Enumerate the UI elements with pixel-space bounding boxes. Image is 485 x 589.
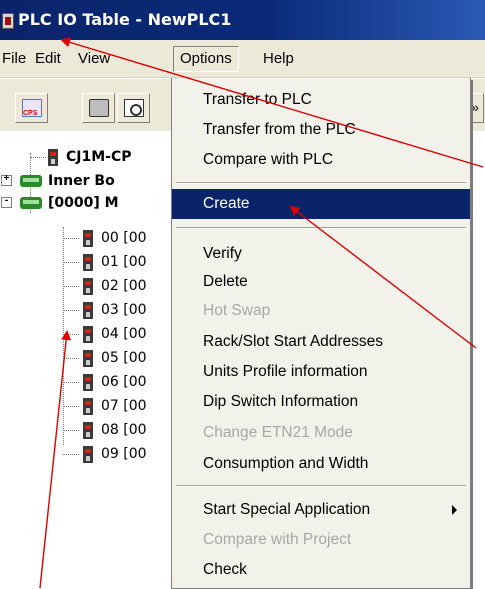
tree-slot-label: 04 [00: [101, 326, 147, 342]
menu-options[interactable]: Options: [173, 46, 239, 72]
io-unit-icon: [83, 349, 93, 367]
menu-item-label: Start Special Application: [203, 501, 371, 518]
tree-connector: [63, 238, 79, 239]
menu-item-verify[interactable]: Verify: [172, 240, 470, 268]
tree-connector: [63, 334, 79, 335]
tree-connector: [63, 454, 79, 455]
menu-item-start-special-application[interactable]: Start Special Application: [172, 496, 470, 524]
tree-connector: [63, 310, 79, 311]
tree-connector: [63, 286, 79, 287]
menu-bar: File Edit View Options Help: [0, 40, 485, 78]
menu-separator: [176, 227, 466, 229]
tree-connector: [63, 406, 79, 407]
io-unit-icon: [83, 325, 93, 343]
tree-node-main-rack[interactable]: - [0000] M: [0, 192, 119, 214]
menu-item-change-etn21-mode[interactable]: Change ETN21 Mode: [172, 419, 470, 447]
options-dropdown-menu: Transfer to PLC Transfer from the PLC Co…: [171, 78, 471, 589]
tree-node-label: CJ1M-CP: [66, 149, 132, 165]
io-unit-icon: [83, 277, 93, 295]
printer-icon: [89, 99, 109, 117]
tree-slot-04[interactable]: 04 [00: [63, 323, 147, 345]
print-preview-icon: [124, 99, 144, 117]
tree-slot-07[interactable]: 07 [00: [63, 395, 147, 417]
menu-item-rack-slot-start-addresses[interactable]: Rack/Slot Start Addresses: [172, 328, 470, 356]
tree-slot-08[interactable]: 08 [00: [63, 419, 147, 441]
cps-transfer-button[interactable]: [15, 93, 48, 123]
io-unit-icon: [83, 373, 93, 391]
tree-connector: [63, 358, 79, 359]
tree-slot-03[interactable]: 03 [00: [63, 299, 147, 321]
tree-connector: [30, 157, 46, 158]
tree-slot-label: 06 [00: [101, 374, 147, 390]
tree-node-label: [0000] M: [48, 195, 119, 211]
menu-item-hot-swap[interactable]: Hot Swap: [172, 297, 470, 325]
tree-slot-label: 01 [00: [101, 254, 147, 270]
tree-slot-label: 02 [00: [101, 278, 147, 294]
cpu-unit-icon: [48, 148, 58, 166]
menu-item-delete[interactable]: Delete: [172, 268, 470, 296]
tree-slot-02[interactable]: 02 [00: [63, 275, 147, 297]
tree-connector: [63, 430, 79, 431]
menu-separator: [176, 485, 466, 487]
tree-node-cpu[interactable]: CJ1M-CP: [28, 146, 132, 168]
tree-slot-00[interactable]: 00 [00: [63, 227, 147, 249]
cps-transfer-icon: [22, 99, 42, 117]
rack-icon: [20, 175, 42, 187]
menu-help[interactable]: Help: [263, 50, 294, 67]
menu-view[interactable]: View: [78, 50, 110, 67]
menu-item-check[interactable]: Check: [172, 556, 470, 584]
tree-node-label: Inner Bo: [48, 173, 115, 189]
tree-connector: [63, 262, 79, 263]
tree-slot-label: 07 [00: [101, 398, 147, 414]
io-unit-icon: [83, 301, 93, 319]
menu-item-compare-with-project[interactable]: Compare with Project: [172, 526, 470, 554]
print-button[interactable]: [82, 93, 115, 123]
expand-icon[interactable]: +: [1, 175, 12, 186]
tree-slot-01[interactable]: 01 [00: [63, 251, 147, 273]
collapse-icon[interactable]: -: [1, 197, 12, 208]
menu-edit[interactable]: Edit: [35, 50, 61, 67]
menu-separator: [176, 182, 466, 184]
tree-slot-label: 03 [00: [101, 302, 147, 318]
menu-item-units-profile-information[interactable]: Units Profile information: [172, 358, 470, 386]
tree-connector: [63, 382, 79, 383]
io-unit-icon: [83, 445, 93, 463]
tree-slot-09[interactable]: 09 [00: [63, 443, 147, 465]
tree-slot-06[interactable]: 06 [00: [63, 371, 147, 393]
app-icon[interactable]: [2, 13, 14, 29]
print-preview-button[interactable]: [117, 93, 150, 123]
io-unit-icon: [83, 229, 93, 247]
io-unit-icon: [83, 253, 93, 271]
window-title: PLC IO Table - NewPLC1: [18, 10, 232, 29]
menu-item-transfer-to-plc[interactable]: Transfer to PLC: [172, 86, 470, 114]
tree-node-inner-board[interactable]: + Inner Bo: [0, 170, 115, 192]
title-bar: PLC IO Table - NewPLC1: [0, 0, 485, 40]
tree-slot-05[interactable]: 05 [00: [63, 347, 147, 369]
io-unit-icon: [83, 397, 93, 415]
menu-item-create[interactable]: Create: [172, 189, 470, 219]
submenu-arrow-icon: [452, 505, 457, 515]
tree-slot-label: 08 [00: [101, 422, 147, 438]
tree-slot-label: 00 [00: [101, 230, 147, 246]
tree-slot-label: 05 [00: [101, 350, 147, 366]
menu-item-dip-switch-information[interactable]: Dip Switch Information: [172, 388, 470, 416]
menu-item-transfer-from-plc[interactable]: Transfer from the PLC: [172, 116, 470, 144]
menu-item-consumption-and-width[interactable]: Consumption and Width: [172, 450, 470, 478]
tree-slot-label: 09 [00: [101, 446, 147, 462]
io-unit-icon: [83, 421, 93, 439]
rack-icon: [20, 197, 42, 209]
menu-file[interactable]: File: [2, 50, 26, 67]
menu-item-compare-with-plc[interactable]: Compare with PLC: [172, 146, 470, 174]
